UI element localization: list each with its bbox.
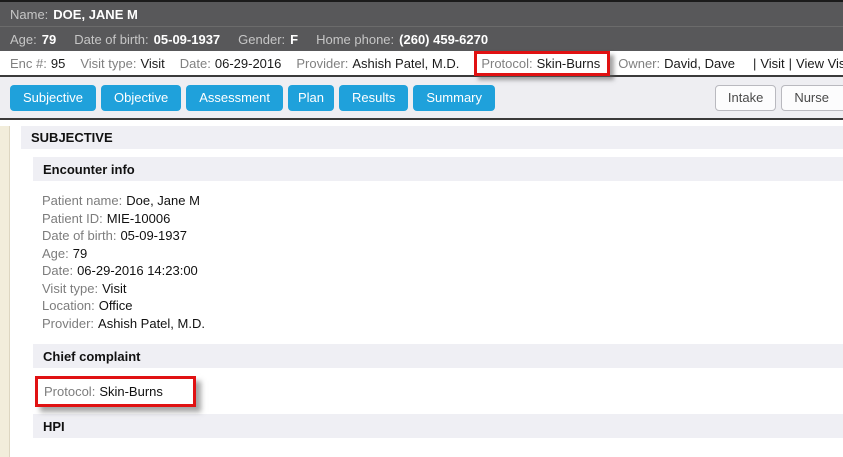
tab-objective[interactable]: Objective (101, 85, 181, 111)
detail-line-age: Age: 79 (42, 245, 843, 263)
detail-value: Office (99, 298, 133, 313)
dob-field: Date of birth: 05-09-1937 (74, 32, 220, 47)
detail-label: Location: (42, 298, 95, 313)
intake-button[interactable]: Intake (715, 85, 776, 111)
cc-protocol-value: Skin-Burns (99, 384, 163, 399)
encounter-summary-row: Enc #: 95 Visit type: Visit Date: 06-29-… (0, 51, 843, 75)
provider-field: Provider: Ashish Patel, M.D. (296, 56, 459, 71)
detail-line-location: Location: Office (42, 297, 843, 315)
enc-date-field: Date: 06-29-2016 (180, 56, 282, 71)
view-visit-link[interactable]: View Visit (796, 56, 843, 71)
age-value: 79 (42, 32, 56, 47)
dob-label: Date of birth: (74, 32, 148, 47)
detail-value: 05-09-1937 (120, 228, 187, 243)
tab-results[interactable]: Results (339, 85, 408, 111)
patient-name-bar: Name: DOE, JANE M (0, 2, 843, 27)
dob-value: 05-09-1937 (154, 32, 221, 47)
encounter-info-header: Encounter info (33, 157, 843, 181)
provider-value: Ashish Patel, M.D. (352, 56, 459, 71)
links-pipe: | (753, 56, 756, 71)
ehr-encounter-screen: Name: DOE, JANE M Age: 79 Date of birth:… (0, 0, 843, 457)
subjective-section-header: SUBJECTIVE (21, 126, 843, 149)
owner-label: Owner: (618, 56, 660, 71)
detail-value: 79 (73, 246, 87, 261)
hpi-header: HPI (33, 414, 843, 438)
nurse-button[interactable]: Nurse (781, 85, 843, 111)
protocol-highlight-box-2: Protocol: Skin-Burns (35, 376, 196, 407)
subjective-section-body: Encounter info Patient name: Doe, Jane M … (33, 157, 843, 438)
tab-plan[interactable]: Plan (288, 85, 334, 111)
detail-label: Patient ID: (42, 211, 103, 226)
detail-label: Date: (42, 263, 73, 278)
detail-value: Visit (102, 281, 126, 296)
tab-assessment[interactable]: Assessment (186, 85, 283, 111)
visit-link[interactable]: Visit (760, 56, 784, 71)
chief-complaint-body: Protocol: Skin-Burns (35, 376, 843, 407)
gender-field: Gender: F (238, 32, 298, 47)
visit-type-field: Visit type: Visit (80, 56, 164, 71)
detail-value: MIE-10006 (107, 211, 171, 226)
patient-name-label: Name: (10, 7, 48, 22)
visit-links: |Visit|View Visit| (749, 56, 843, 71)
patient-demographics-bar: Age: 79 Date of birth: 05-09-1937 Gender… (0, 27, 843, 51)
detail-value: Ashish Patel, M.D. (98, 316, 205, 331)
left-margin-strip (0, 126, 10, 457)
detail-line-patient-name: Patient name: Doe, Jane M (42, 192, 843, 210)
subjective-section-title: SUBJECTIVE (31, 130, 113, 145)
detail-label: Provider: (42, 316, 94, 331)
detail-value: 06-29-2016 14:23:00 (77, 263, 198, 278)
detail-line-dob: Date of birth: 05-09-1937 (42, 227, 843, 245)
age-field: Age: 79 (10, 32, 56, 47)
detail-label: Age: (42, 246, 69, 261)
cc-protocol-label: Protocol: (44, 384, 95, 399)
tab-summary[interactable]: Summary (413, 85, 495, 111)
visit-type-value: Visit (140, 56, 164, 71)
encounter-info-details: Patient name: Doe, Jane M Patient ID: MIE-… (33, 181, 843, 332)
hpi-title: HPI (43, 419, 65, 434)
patient-name-field: Name: DOE, JANE M (10, 7, 138, 22)
gender-label: Gender: (238, 32, 285, 47)
age-label: Age: (10, 32, 37, 47)
tab-subjective[interactable]: Subjective (10, 85, 96, 111)
detail-line-patient-id: Patient ID: MIE-10006 (42, 210, 843, 228)
protocol-label: Protocol: (481, 56, 532, 71)
detail-line-visit-type: Visit type: Visit (42, 280, 843, 298)
detail-value: Doe, Jane M (126, 193, 200, 208)
note-tabs-row: Subjective Objective Assessment Plan Res… (0, 77, 843, 118)
links-pipe: | (789, 56, 792, 71)
protocol-value: Skin-Burns (537, 56, 601, 71)
patient-name-value: DOE, JANE M (53, 7, 138, 22)
home-phone-value: (260) 459-6270 (399, 32, 488, 47)
enc-number-field: Enc #: 95 (10, 56, 65, 71)
detail-line-provider: Provider: Ashish Patel, M.D. (42, 315, 843, 333)
detail-label: Patient name: (42, 193, 122, 208)
enc-date-value: 06-29-2016 (215, 56, 282, 71)
visit-type-label: Visit type: (80, 56, 136, 71)
chief-complaint-title: Chief complaint (43, 349, 141, 364)
enc-date-label: Date: (180, 56, 211, 71)
detail-line-date: Date: 06-29-2016 14:23:00 (42, 262, 843, 280)
detail-label: Date of birth: (42, 228, 116, 243)
tabs-row-divider (0, 118, 843, 120)
encounter-info-title: Encounter info (43, 162, 135, 177)
protocol-highlight-box: Protocol: Skin-Burns (474, 51, 610, 76)
chief-complaint-header: Chief complaint (33, 344, 843, 368)
home-phone-field: Home phone: (260) 459-6270 (316, 32, 488, 47)
enc-number-value: 95 (51, 56, 65, 71)
enc-number-label: Enc #: (10, 56, 47, 71)
gender-value: F (290, 32, 298, 47)
note-content: SUBJECTIVE Encounter info Patient name: D… (0, 126, 843, 457)
provider-label: Provider: (296, 56, 348, 71)
owner-field: Owner: David, Dave (618, 56, 735, 71)
detail-label: Visit type: (42, 281, 98, 296)
owner-value: David, Dave (664, 56, 735, 71)
home-phone-label: Home phone: (316, 32, 394, 47)
